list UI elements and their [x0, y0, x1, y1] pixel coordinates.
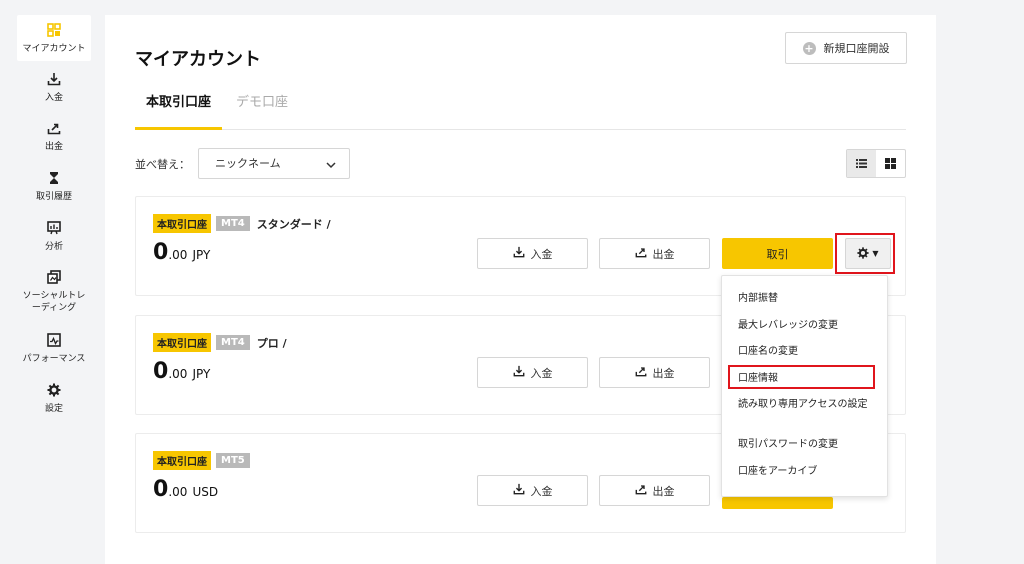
deposit-button[interactable]: 入金 — [477, 238, 588, 269]
sidebar-item-label: 出金 — [44, 142, 63, 152]
withdraw-button[interactable]: 出金 — [599, 238, 710, 269]
balance-decimal: .00 — [168, 248, 188, 262]
analysis-icon — [17, 221, 91, 237]
account-grid-icon — [17, 23, 91, 39]
performance-chart-icon — [17, 333, 91, 349]
account-type-badge: 本取引口座 — [153, 451, 211, 470]
account-badges: 本取引口座 MT4 スタンダード / — [153, 214, 331, 233]
deposit-button[interactable]: 入金 — [477, 475, 588, 506]
sidebar-item-label: 入金 — [44, 93, 63, 103]
hourglass-icon — [17, 171, 91, 187]
sidebar-item-my-account[interactable]: マイアカウント — [17, 15, 91, 61]
list-view-button[interactable] — [847, 150, 876, 177]
menu-item-archive-account[interactable]: 口座をアーカイブ — [722, 461, 887, 488]
sort-select[interactable]: ニックネーム — [198, 148, 350, 179]
sidebar-item-withdraw[interactable]: 出金 — [17, 121, 91, 153]
balance-decimal: .00 — [168, 485, 188, 499]
account-badges: 本取引口座 MT5 — [153, 451, 250, 470]
account-type-badge: 本取引口座 — [153, 214, 211, 233]
upload-icon — [635, 483, 647, 498]
menu-item-change-leverage[interactable]: 最大レバレッジの変更 — [722, 315, 887, 342]
menu-item-change-trade-password[interactable]: 取引パスワードの変更 — [722, 434, 887, 461]
balance-currency: USD — [192, 485, 219, 499]
page-title: マイアカウント — [135, 49, 261, 70]
sort-value: ニックネーム — [215, 157, 281, 170]
deposit-button[interactable]: 入金 — [477, 357, 588, 388]
balance-integer: 0 — [153, 240, 169, 265]
sidebar-item-label: マイアカウント — [22, 44, 86, 54]
deposit-label: 入金 — [530, 247, 553, 261]
grid-icon — [885, 154, 896, 173]
upload-icon — [635, 365, 647, 380]
sidebar-item-settings[interactable]: 設定 — [17, 383, 91, 415]
sidebar-item-analysis[interactable]: 分析 — [17, 221, 91, 253]
menu-item-readonly-access[interactable]: 読み取り専用アクセスの設定 — [722, 394, 887, 434]
withdraw-label: 出金 — [652, 366, 675, 380]
account-tabs: 本取引口座 デモ口座 — [135, 85, 906, 130]
sidebar-item-trade-history[interactable]: 取引履歴 — [17, 171, 91, 203]
trade-button[interactable]: 取引 — [722, 238, 833, 269]
account-name: スタンダード / — [256, 217, 331, 231]
tab-demo-account[interactable]: デモ口座 — [225, 91, 299, 130]
account-balance: 0.00 USD — [153, 477, 218, 502]
view-toggle — [846, 149, 906, 178]
sidebar-item-label: ーディング — [31, 303, 77, 313]
withdraw-button[interactable]: 出金 — [599, 357, 710, 388]
withdraw-label: 出金 — [652, 484, 675, 498]
highlight-box — [728, 365, 875, 389]
platform-badge: MT4 — [216, 216, 250, 231]
download-icon — [513, 365, 525, 380]
account-type-badge: 本取引口座 — [153, 333, 211, 352]
grid-view-button[interactable] — [876, 150, 905, 177]
sidebar-item-social-trading[interactable]: ソーシャルトレ ーディング — [17, 270, 91, 314]
sidebar-item-label: ソーシャルトレ — [22, 291, 86, 301]
trade-label: 取引 — [766, 247, 789, 261]
social-trading-icon — [17, 270, 91, 286]
platform-badge: MT4 — [216, 335, 250, 350]
balance-integer: 0 — [153, 477, 169, 502]
menu-item-rename-account[interactable]: 口座名の変更 — [722, 341, 887, 368]
new-account-button[interactable]: + 新規口座開設 — [785, 32, 907, 64]
deposit-label: 入金 — [530, 484, 553, 498]
sidebar-item-performance[interactable]: パフォーマンス — [17, 333, 91, 365]
upload-icon — [635, 246, 647, 261]
highlight-box — [835, 233, 895, 274]
chevron-down-icon — [325, 151, 337, 182]
trade-button[interactable] — [722, 497, 833, 509]
sidebar-item-label: パフォーマンス — [22, 354, 86, 364]
withdraw-button[interactable]: 出金 — [599, 475, 710, 506]
list-icon — [856, 154, 867, 173]
sidebar-item-label: 取引履歴 — [35, 192, 72, 202]
account-name: プロ / — [256, 336, 287, 350]
account-balance: 0.00 JPY — [153, 240, 210, 265]
account-balance: 0.00 JPY — [153, 359, 210, 384]
sort-label: 並べ替え： — [135, 158, 190, 171]
new-account-label: 新規口座開設 — [823, 42, 890, 55]
sidebar: マイアカウント 入金 出金 取引履歴 分析 ソーシャルトレ ーディング パフォー… — [0, 0, 108, 564]
download-icon — [513, 483, 525, 498]
tab-real-account[interactable]: 本取引口座 — [135, 91, 223, 130]
sidebar-item-label: 分析 — [44, 242, 63, 252]
account-badges: 本取引口座 MT4 プロ / — [153, 333, 287, 352]
upload-icon — [17, 121, 91, 137]
plus-circle-icon: + — [802, 41, 816, 55]
download-icon — [17, 72, 91, 88]
withdraw-label: 出金 — [652, 247, 675, 261]
balance-integer: 0 — [153, 359, 169, 384]
sidebar-item-label: 設定 — [44, 404, 63, 414]
menu-item-internal-transfer[interactable]: 内部振替 — [722, 288, 887, 315]
platform-badge: MT5 — [216, 453, 250, 468]
download-icon — [513, 246, 525, 261]
gear-icon — [17, 383, 91, 399]
balance-currency: JPY — [192, 248, 211, 262]
sidebar-item-deposit[interactable]: 入金 — [17, 72, 91, 104]
balance-decimal: .00 — [168, 367, 188, 381]
deposit-label: 入金 — [530, 366, 553, 380]
balance-currency: JPY — [192, 367, 211, 381]
